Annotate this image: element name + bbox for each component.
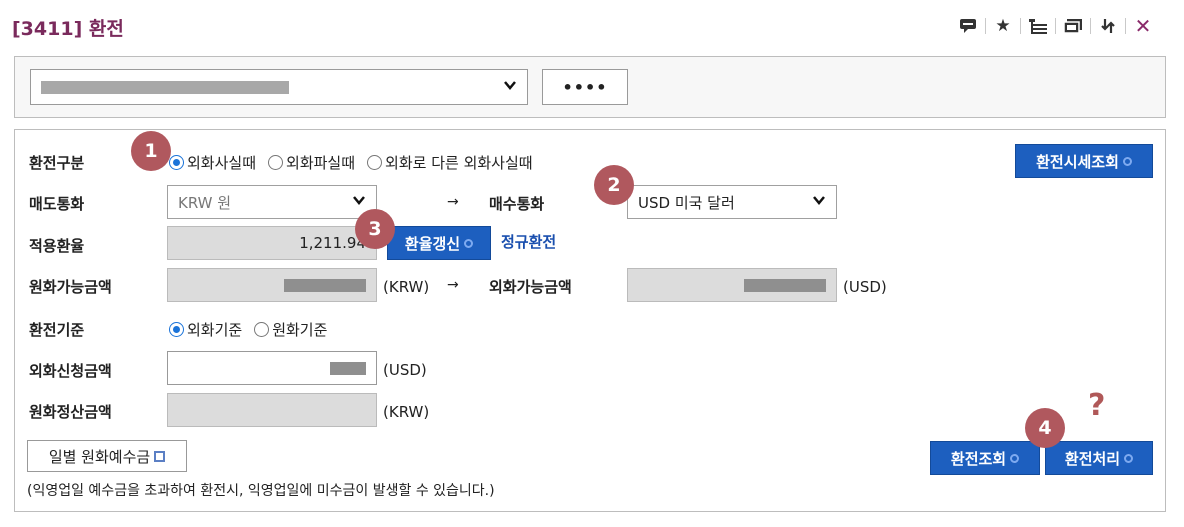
annotation-badge-2: 2 [594, 165, 634, 205]
masked-value [330, 361, 366, 375]
refresh-icon [1010, 453, 1020, 463]
window-title: [3411] 환전 [12, 18, 124, 40]
krw-settle-field [167, 393, 377, 427]
chevron-down-icon [812, 193, 826, 211]
sell-currency-label: 매도통화 [29, 195, 85, 213]
daily-deposit-button[interactable]: 일별 원화예수금 [27, 440, 187, 472]
radio-sell-foreign[interactable]: 외화파실때 [268, 152, 355, 173]
masked-account-number [41, 81, 289, 94]
buy-currency-select[interactable]: USD 미국 달러 [627, 185, 837, 219]
radio-buy-other-foreign[interactable]: 외화로 다른 외화사실때 [367, 152, 533, 173]
krw-available-field [167, 268, 377, 302]
krw-unit: (KRW) [383, 403, 430, 421]
rate-refresh-button[interactable]: 환율갱신 [387, 226, 491, 260]
exchange-form-panel: 환전구분 외화사실때 외화파실때 외화로 다른 외화사실때 환전시세조회 매도통… [14, 129, 1166, 512]
applied-rate-label: 적용환율 [29, 237, 85, 255]
regular-exchange-link[interactable]: 정규환전 [501, 231, 556, 252]
exchange-basis-radio-group: 외화기준 원화기준 [169, 319, 339, 340]
question-mark: ? [1088, 388, 1106, 423]
rate-inquiry-button[interactable]: 환전시세조회 [1015, 144, 1153, 178]
chevron-down-icon [352, 193, 366, 211]
annotation-badge-1: 1 [131, 131, 171, 171]
star-icon[interactable]: ★ [986, 12, 1020, 40]
refresh-icon [464, 238, 474, 248]
exchange-inquiry-button[interactable]: 환전조회 [930, 441, 1040, 475]
annotation-badge-4: 4 [1025, 408, 1065, 448]
screen-icon[interactable] [1056, 12, 1090, 40]
toolbar: ★ ✕ [951, 12, 1160, 40]
fx-request-input[interactable] [167, 351, 377, 385]
chevron-down-icon [503, 78, 517, 96]
arrow-icon: → [447, 277, 459, 293]
masked-value [744, 278, 826, 292]
layers-icon[interactable] [1021, 12, 1055, 40]
exchange-basis-label: 환전기준 [29, 321, 85, 339]
exchange-process-button[interactable]: 환전처리 [1045, 441, 1153, 475]
applied-rate-field: 1,211.94 [167, 226, 377, 260]
buy-currency-label: 매수통화 [489, 195, 545, 213]
refresh-icon [1122, 156, 1132, 166]
swap-icon[interactable] [1091, 12, 1125, 40]
radio-fx-basis[interactable]: 외화기준 [169, 319, 242, 340]
fx-available-label: 외화가능금액 [489, 278, 572, 296]
close-icon[interactable]: ✕ [1126, 12, 1160, 40]
notice-text: (익영업일 예수금을 초과하여 환전시, 익영업일에 미수금이 발생할 수 있습… [27, 483, 495, 499]
exchange-type-label: 환전구분 [29, 154, 85, 172]
refresh-icon [1124, 453, 1134, 463]
krw-available-label: 원화가능금액 [29, 278, 112, 296]
fx-request-label: 외화신청금액 [29, 362, 112, 380]
usd-unit: (USD) [383, 361, 427, 379]
usd-unit: (USD) [843, 278, 887, 296]
account-panel: •••• [14, 56, 1166, 118]
radio-buy-foreign[interactable]: 외화사실때 [169, 152, 256, 173]
radio-krw-basis[interactable]: 원화기준 [254, 319, 327, 340]
krw-settle-label: 원화정산금액 [29, 403, 112, 421]
radio-selected[interactable] [169, 155, 184, 170]
password-button[interactable]: •••• [542, 69, 628, 105]
fx-available-field [627, 268, 837, 302]
krw-unit: (KRW) [383, 278, 430, 296]
exchange-type-radio-group: 외화사실때 외화파실때 외화로 다른 외화사실때 [169, 152, 545, 173]
account-select[interactable] [30, 69, 528, 105]
popup-icon [154, 450, 166, 462]
comment-icon[interactable] [951, 12, 985, 40]
annotation-badge-3: 3 [355, 209, 395, 249]
arrow-icon: → [447, 194, 459, 210]
sell-currency-select[interactable]: KRW 원 [167, 185, 377, 219]
masked-value [284, 278, 366, 292]
